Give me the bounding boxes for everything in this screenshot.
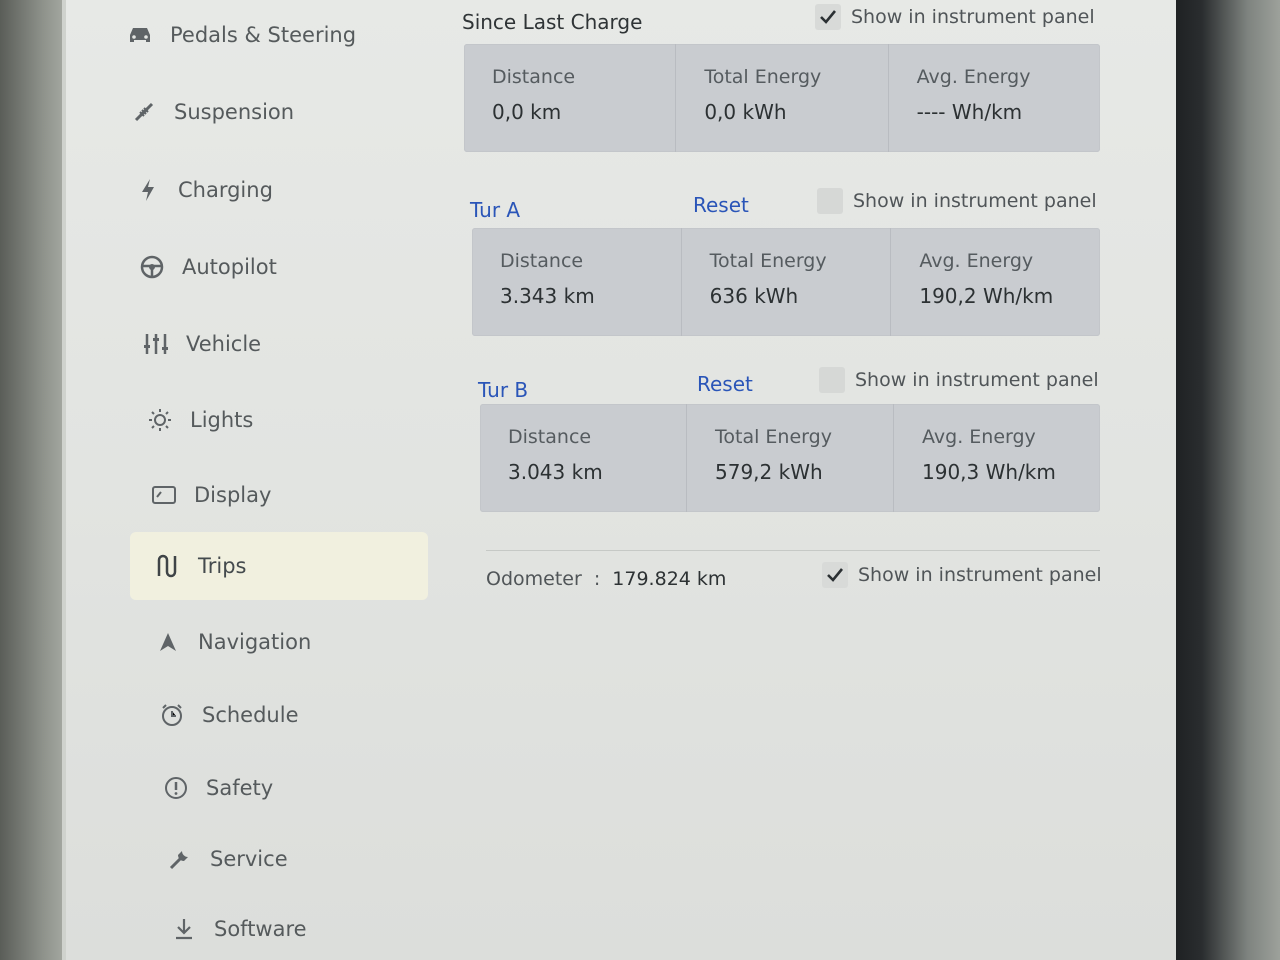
avg-energy-label: Avg. Energy [919,250,1034,272]
since-last-charge-title: Since Last Charge [462,10,643,34]
sidebar-item-service[interactable]: Service [160,829,460,889]
avg-energy-stat: Avg. Energy 190,3 Wh/km [894,404,1100,512]
since-last-charge-stats: Distance 0,0 km Total Energy 0,0 kWh Avg… [464,44,1100,152]
odometer-value: 179.824 km [612,568,727,590]
display-icon [144,485,184,505]
download-icon [164,917,204,941]
odometer-separator: : [593,568,601,590]
trip-b-title: Tur B [478,378,529,402]
sidebar-item-label: Lights [190,408,254,432]
trip-a-show-toggle[interactable]: Show in instrument panel [817,188,1097,214]
lightning-icon [128,178,168,202]
sidebar-item-charging[interactable]: Charging [128,160,428,220]
show-label: Show in instrument panel [853,190,1097,212]
trip-b-reset-button[interactable]: Reset [697,372,753,396]
checkbox-unchecked[interactable] [819,367,845,393]
total-energy-stat: Total Energy 636 kWh [682,228,892,336]
sidebar-item-pedals-steering[interactable]: Pedals & Steering [120,5,420,65]
total-energy-value: 0,0 kWh [704,100,787,124]
total-energy-stat: Total Energy 579,2 kWh [687,404,894,512]
sidebar-item-label: Autopilot [182,255,277,279]
avg-energy-stat: Avg. Energy ---- Wh/km [889,44,1100,152]
sidebar-item-label: Suspension [174,100,295,124]
odometer: Odometer : 179.824 km [486,568,726,590]
avg-energy-label: Avg. Energy [922,426,1036,448]
distance-stat: Distance 3.343 km [472,228,682,336]
sidebar-item-trips[interactable]: Trips [130,532,428,600]
sidebar-item-safety[interactable]: Safety [156,758,456,818]
distance-label: Distance [500,250,584,272]
sidebar-item-label: Schedule [202,703,299,727]
avg-energy-label: Avg. Energy [916,66,1031,88]
total-energy-label: Total Energy [715,426,832,448]
show-label: Show in instrument panel [851,6,1095,28]
since-last-charge-show-toggle[interactable]: Show in instrument panel [815,4,1095,30]
trip-b-stats: Distance 3.043 km Total Energy 579,2 kWh… [480,404,1100,512]
sidebar-item-software[interactable]: Software [164,899,464,959]
total-energy-label: Total Energy [704,66,822,88]
distance-value: 3.043 km [508,460,603,484]
checkbox-unchecked[interactable] [817,188,843,214]
sidebar-item-label: Software [214,917,307,941]
sidebar-item-display[interactable]: Display [144,465,444,525]
sidebar-item-lights[interactable]: Lights [140,390,440,450]
sidebar-item-label: Navigation [198,630,312,654]
show-label: Show in instrument panel [858,564,1102,586]
suspension-icon [124,100,164,124]
sidebar-item-label: Trips [198,554,247,578]
total-energy-label: Total Energy [709,250,827,272]
checkbox-checked[interactable] [822,562,848,588]
avg-energy-value: 190,3 Wh/km [922,460,1056,484]
sidebar-item-label: Pedals & Steering [170,23,357,47]
distance-label: Distance [508,426,592,448]
sidebar-item-vehicle[interactable]: Vehicle [136,314,436,374]
avg-energy-stat: Avg. Energy 190,2 Wh/km [891,228,1100,336]
safety-icon [156,776,196,800]
odometer-show-toggle[interactable]: Show in instrument panel [822,562,1102,588]
sidebar-item-suspension[interactable]: Suspension [124,82,424,142]
sidebar-item-label: Display [194,483,272,507]
sidebar-item-schedule[interactable]: Schedule [152,685,452,745]
total-energy-value: 579,2 kWh [715,460,823,484]
checkmark-icon [827,568,844,582]
sidebar-item-label: Vehicle [186,332,262,356]
distance-value: 0,0 km [492,100,562,124]
checkmark-icon [820,10,837,24]
trip-b-show-toggle[interactable]: Show in instrument panel [819,367,1099,393]
odometer-label: Odometer [486,568,582,590]
trip-a-stats: Distance 3.343 km Total Energy 636 kWh A… [472,228,1100,336]
checkbox-checked[interactable] [815,4,841,30]
divider [486,550,1100,551]
sidebar-item-autopilot[interactable]: Autopilot [132,237,432,297]
steering-wheel-icon [132,255,172,279]
wrench-icon [160,847,200,871]
sidebar-item-label: Safety [206,776,274,800]
avg-energy-value: ---- Wh/km [916,100,1023,124]
distance-stat: Distance 0,0 km [464,44,677,152]
settings-sidebar: Pedals & Steering Suspension Charging Au… [120,0,440,960]
sidebar-item-navigation[interactable]: Navigation [148,612,448,672]
distance-label: Distance [492,66,576,88]
sidebar-item-label: Service [210,847,288,871]
distance-value: 3.343 km [500,284,595,308]
avg-energy-value: 190,2 Wh/km [919,284,1054,308]
sliders-icon [136,332,176,356]
alarm-clock-icon [152,703,192,727]
trip-a-reset-button[interactable]: Reset [693,193,749,217]
trip-a-title: Tur A [470,198,521,222]
distance-stat: Distance 3.043 km [480,404,687,512]
sun-icon [140,407,180,433]
total-energy-value: 636 kWh [709,284,799,308]
show-label: Show in instrument panel [855,369,1099,391]
navigation-arrow-icon [148,631,188,653]
car-icon [120,25,160,45]
total-energy-stat: Total Energy 0,0 kWh [676,44,889,152]
sidebar-item-label: Charging [178,178,273,202]
trips-icon [148,554,188,578]
